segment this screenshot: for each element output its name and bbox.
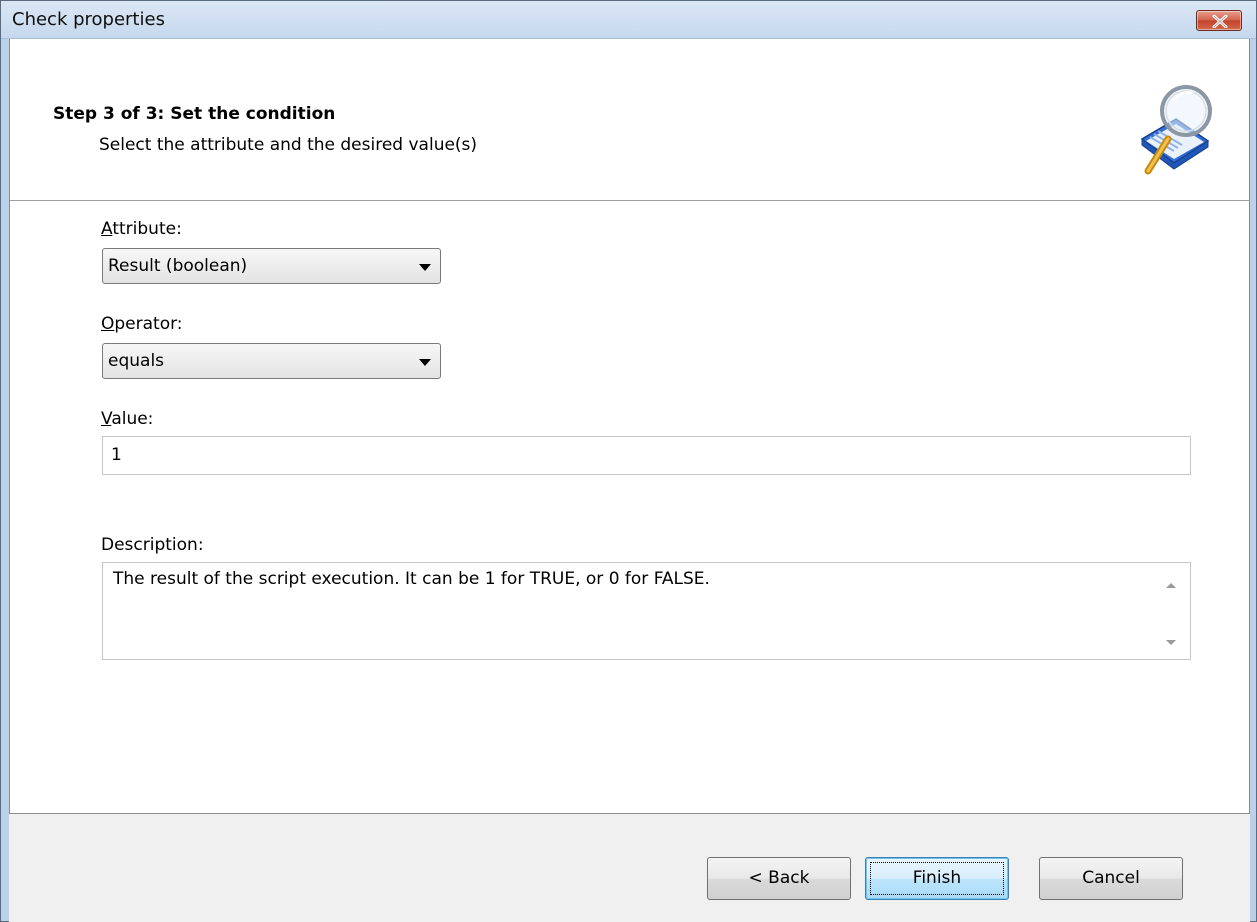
operator-dropdown[interactable]: equals xyxy=(102,343,441,379)
cancel-button[interactable]: Cancel xyxy=(1039,857,1183,900)
header-separator xyxy=(10,200,1249,201)
description-text: The result of the script execution. It c… xyxy=(113,569,710,589)
value-input[interactable]: 1 xyxy=(102,436,1191,475)
search-book-icon xyxy=(1140,85,1212,175)
chevron-down-icon xyxy=(419,264,431,271)
dialog-window: Check properties Step 3 of 3: Set the co… xyxy=(0,0,1257,922)
attribute-selected-value: Result (boolean) xyxy=(108,256,248,276)
operator-selected-value: equals xyxy=(108,351,165,371)
operator-label: Operator: xyxy=(101,314,183,334)
close-button[interactable] xyxy=(1196,10,1242,31)
description-textarea[interactable]: The result of the script execution. It c… xyxy=(102,562,1191,660)
description-label: Description: xyxy=(101,535,204,555)
close-icon xyxy=(1212,15,1228,28)
wizard-header: Step 3 of 3: Set the condition Select th… xyxy=(10,39,1249,201)
dialog-client-area: Step 3 of 3: Set the condition Select th… xyxy=(9,39,1250,922)
step-subtitle: Select the attribute and the desired val… xyxy=(99,135,478,155)
wizard-page: Step 3 of 3: Set the condition Select th… xyxy=(9,39,1250,814)
scroll-down-arrow-icon[interactable] xyxy=(1166,640,1176,645)
attribute-label: Attribute: xyxy=(101,219,182,239)
value-label: Value: xyxy=(101,409,154,429)
finish-button[interactable]: Finish xyxy=(865,857,1009,900)
chevron-down-icon xyxy=(419,359,431,366)
attribute-dropdown[interactable]: Result (boolean) xyxy=(102,248,441,284)
scroll-up-arrow-icon[interactable] xyxy=(1166,583,1176,588)
step-title: Step 3 of 3: Set the condition xyxy=(53,104,336,124)
focus-ring xyxy=(870,862,1004,895)
title-bar[interactable]: Check properties xyxy=(1,1,1256,39)
back-button[interactable]: < Back xyxy=(707,857,851,900)
window-title: Check properties xyxy=(12,9,165,30)
value-input-text: 1 xyxy=(111,445,122,465)
